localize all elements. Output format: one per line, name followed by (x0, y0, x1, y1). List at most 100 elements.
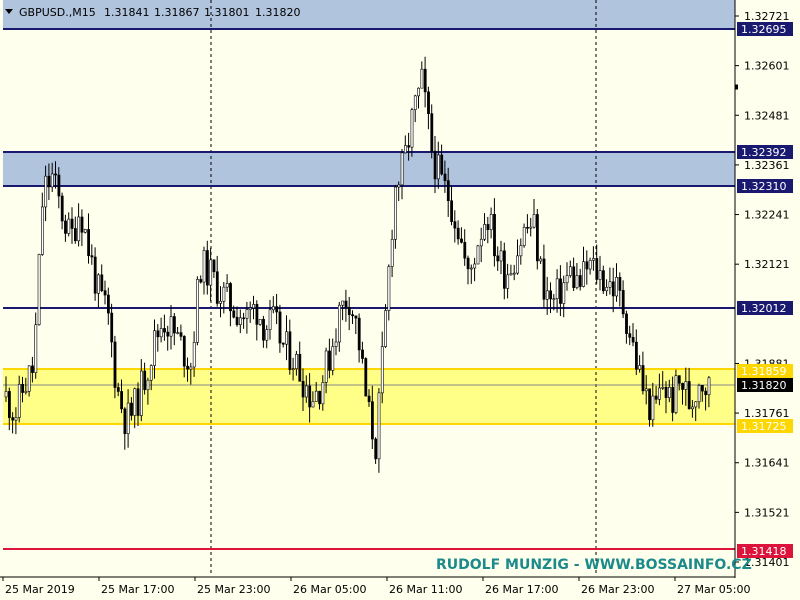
candle-body (153, 330, 157, 366)
candle-body (529, 226, 533, 229)
candle-body (31, 365, 34, 373)
candle-body (575, 275, 579, 288)
candle-body (493, 214, 496, 257)
candle-body (123, 408, 127, 434)
candle-body (687, 381, 691, 410)
candle-body (539, 258, 543, 262)
candle-body (337, 304, 341, 343)
candle-body (80, 216, 84, 233)
candle-body (578, 275, 582, 287)
candle-body (691, 406, 694, 410)
candle-body (321, 382, 325, 405)
candle-body (113, 341, 117, 388)
candle-body (595, 258, 599, 280)
candle-body (215, 271, 219, 304)
candle-body (192, 342, 196, 368)
candle-body (70, 218, 74, 229)
candle-body (526, 226, 529, 229)
candle-body (648, 388, 652, 421)
candle-body (535, 214, 539, 262)
candle-body (206, 250, 209, 286)
candle-body (47, 175, 51, 188)
candle-body (608, 281, 612, 288)
candle-body (27, 365, 31, 392)
candle-body (357, 317, 361, 351)
price-tick-label: 1.32601 (744, 60, 790, 73)
candle-body (628, 333, 632, 338)
candle-body (50, 173, 54, 188)
candle-body (661, 387, 665, 389)
candle-body (225, 283, 229, 288)
candle-body (8, 391, 11, 418)
candle-body (562, 282, 566, 304)
candle-body (677, 375, 681, 384)
candle-body (209, 259, 213, 286)
candle-body (281, 342, 285, 345)
candle-body (235, 316, 239, 326)
candle-body (446, 180, 450, 202)
candle-body (163, 328, 166, 333)
price-chart[interactable]: 1.32721 1.32601 1.32481 1.32361 1.32241 1.321… (0, 0, 800, 600)
candle-body (476, 245, 480, 265)
candle-body (176, 332, 180, 334)
candle-body (681, 383, 685, 390)
candle-body (374, 438, 378, 460)
candle-body (552, 298, 556, 301)
candle-body (149, 365, 153, 381)
candle-body (694, 401, 698, 408)
candle-body (182, 336, 186, 367)
candle-body (585, 261, 589, 270)
candle-body (34, 324, 38, 373)
candle-body (222, 286, 226, 302)
candle-body (328, 350, 331, 371)
level-tag-132012-text: 1.32012 (741, 302, 787, 315)
candle-body (625, 313, 628, 334)
candle-body (384, 310, 388, 347)
candle-body (433, 150, 437, 180)
resistance-zone-middle (3, 152, 735, 186)
candle-body (189, 366, 193, 370)
candle-body (60, 195, 64, 222)
candle-body (110, 312, 114, 343)
candle-body (519, 245, 523, 257)
candle-body (64, 220, 67, 234)
candle-body (440, 154, 444, 175)
candle-body (232, 310, 236, 318)
time-tick-label: 25 Mar 17:00 (101, 583, 174, 596)
candle-body (479, 238, 483, 247)
candle-body (169, 316, 173, 337)
candle-body (364, 358, 368, 397)
candle-body (394, 186, 397, 240)
candle-body (707, 377, 711, 396)
time-tick-label: 26 Mar 11:00 (389, 583, 462, 596)
candle-body (387, 266, 391, 311)
candle-body (469, 267, 473, 270)
candle-body (631, 337, 635, 343)
candle-body (107, 294, 110, 314)
candle-body (304, 385, 308, 398)
candle-body (704, 390, 708, 396)
candle-body (654, 395, 658, 400)
candle-body (407, 145, 411, 148)
candle-body (77, 216, 81, 242)
candle-body (489, 214, 493, 231)
candle-body (248, 307, 252, 310)
candle-body (179, 332, 183, 337)
candle-body (361, 349, 364, 359)
candle-body (572, 266, 576, 288)
candle-body (684, 381, 688, 390)
candle-body (658, 387, 661, 400)
candle-body (667, 386, 671, 398)
candle-body (44, 175, 48, 208)
candle-body (87, 229, 91, 256)
candle-body (545, 290, 549, 300)
candle-body (40, 206, 44, 255)
candle-body (651, 395, 655, 421)
candle-body (638, 365, 642, 370)
candle-body (24, 390, 28, 393)
candle-body (555, 278, 559, 300)
candle-body (344, 300, 348, 308)
candle-body (298, 353, 302, 382)
price-tick-label: 1.31761 (744, 407, 790, 420)
price-axis-background (735, 0, 800, 578)
